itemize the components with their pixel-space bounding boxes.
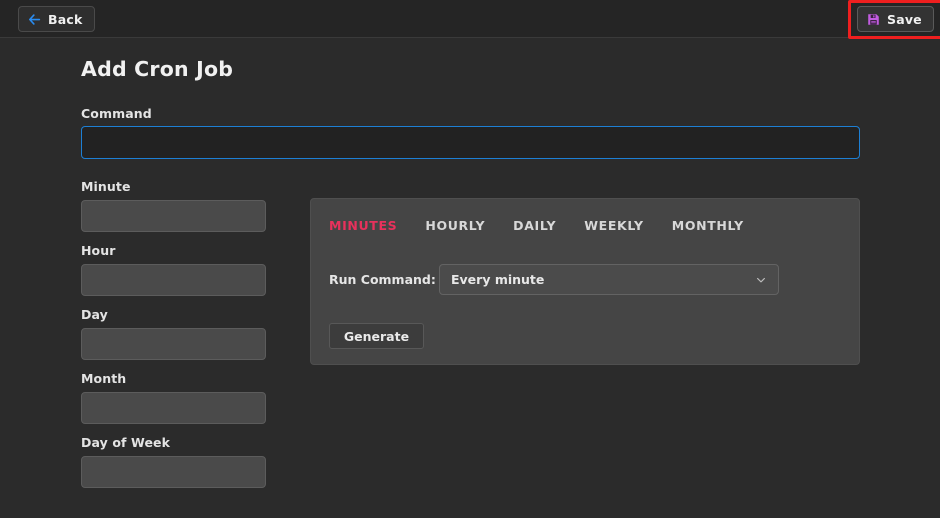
command-field-label: Command (81, 106, 152, 121)
tab-hourly[interactable]: HOURLY (425, 218, 485, 233)
arrow-left-icon (28, 13, 41, 26)
tab-minutes[interactable]: MINUTES (329, 218, 397, 233)
save-button[interactable]: Save (857, 6, 934, 32)
minute-input[interactable] (81, 200, 266, 232)
run-command-label: Run Command: (329, 272, 436, 287)
command-input[interactable] (81, 126, 860, 159)
cron-field-minute: Minute (81, 179, 266, 232)
hour-input[interactable] (81, 264, 266, 296)
hour-field-label: Hour (81, 243, 116, 258)
cron-field-month: Month (81, 371, 266, 424)
tab-monthly[interactable]: MONTHLY (672, 218, 744, 233)
back-button-label: Back (48, 11, 83, 27)
save-button-label: Save (887, 11, 922, 27)
chevron-down-icon (755, 274, 767, 286)
tab-daily[interactable]: DAILY (513, 218, 556, 233)
schedule-select[interactable]: Every minute (439, 264, 779, 295)
cron-field-day-of-week: Day of Week (81, 435, 266, 488)
cron-field-day: Day (81, 307, 266, 360)
month-field-label: Month (81, 371, 127, 386)
schedule-tabs: MINUTES HOURLY DAILY WEEKLY MONTHLY (329, 218, 744, 233)
day-input[interactable] (81, 328, 266, 360)
minute-field-label: Minute (81, 179, 131, 194)
schedule-select-value: Every minute (451, 272, 545, 287)
floppy-disk-save-icon (867, 13, 880, 26)
tab-weekly[interactable]: WEEKLY (584, 218, 644, 233)
month-input[interactable] (81, 392, 266, 424)
generate-button[interactable]: Generate (329, 323, 424, 349)
day-of-week-field-label: Day of Week (81, 435, 171, 450)
day-of-week-input[interactable] (81, 456, 266, 488)
run-command-row: Run Command: Every minute (329, 264, 779, 295)
cron-generator-panel: MINUTES HOURLY DAILY WEEKLY MONTHLY Run … (310, 198, 860, 365)
cron-field-hour: Hour (81, 243, 266, 296)
day-field-label: Day (81, 307, 108, 322)
page-title: Add Cron Job (81, 57, 234, 81)
back-button[interactable]: Back (18, 6, 95, 32)
top-toolbar: Back Save (0, 0, 940, 38)
